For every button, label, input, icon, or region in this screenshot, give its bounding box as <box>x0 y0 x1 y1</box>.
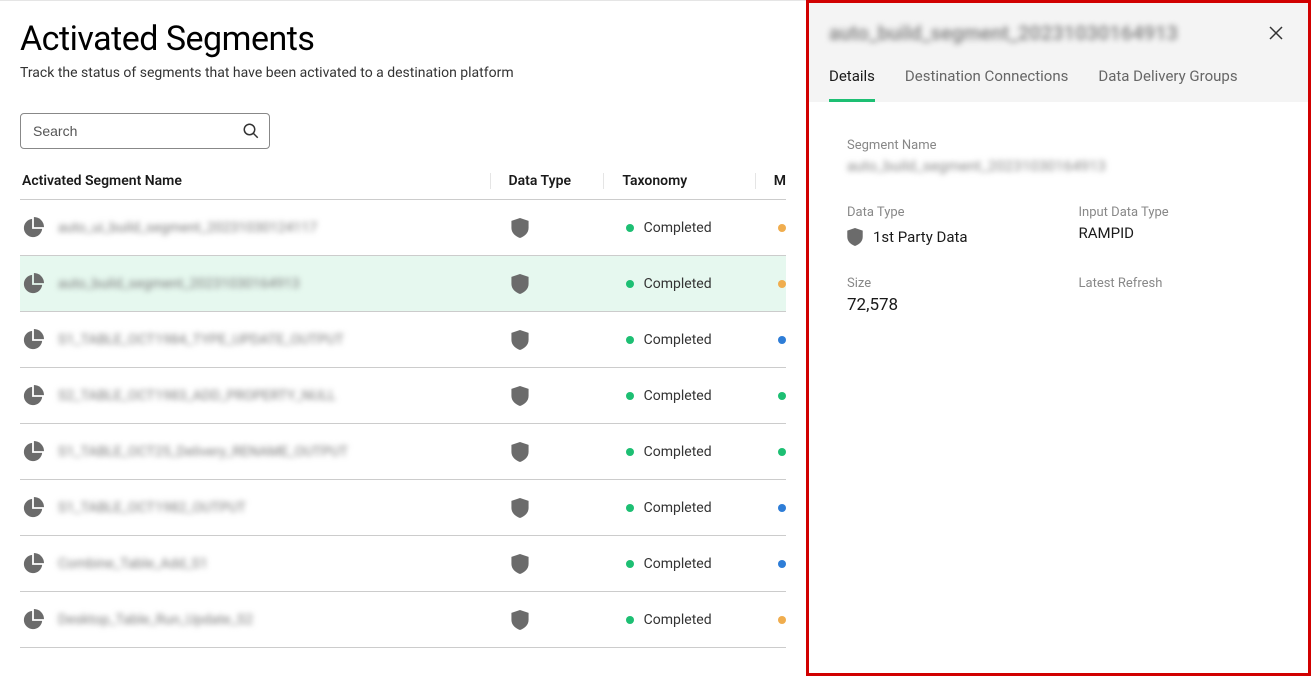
table-row[interactable]: S1_TABLE_OCT1982_OUTPUT Completed <box>20 480 786 536</box>
table-row[interactable]: auto_ui_build_segment_20231030124117 Comp… <box>20 200 786 256</box>
table-row[interactable]: auto_build_segment_20231030164913 Complet… <box>20 256 786 312</box>
segment-name: Combine_Table_Add_S1 <box>58 556 208 572</box>
status-dot <box>626 392 634 400</box>
shield-icon <box>511 274 529 294</box>
status-dot <box>778 448 786 456</box>
panel-title: auto_build_segment_20231030164913 <box>829 21 1178 45</box>
tab-data-delivery-groups[interactable]: Data Delivery Groups <box>1098 67 1237 102</box>
pie-chart-icon <box>22 385 44 407</box>
field-segment-name: Segment Name auto_build_segment_20231030… <box>847 138 1270 175</box>
pie-chart-icon <box>22 609 44 631</box>
table-row[interactable]: S1_TABLE_OCT1984_TYPE_UPDATE_OUTPUT Compl… <box>20 312 786 368</box>
data-type-label: Data Type <box>847 205 1039 220</box>
page-title: Activated Segments <box>20 19 786 59</box>
tab-destination-connections[interactable]: Destination Connections <box>905 67 1068 102</box>
taxonomy-status: Completed <box>644 612 712 628</box>
table-row[interactable]: Combine_Table_Add_S1 Completed <box>20 536 786 592</box>
taxonomy-status: Completed <box>644 444 712 460</box>
segment-name: auto_build_segment_20231030164913 <box>58 276 300 292</box>
segment-name-value: auto_build_segment_20231030164913 <box>847 157 1270 175</box>
close-button[interactable] <box>1264 21 1288 45</box>
search-input[interactable] <box>20 113 270 149</box>
segment-name: S1_TABLE_OCT25_Delivery_RENAME_OUTPUT <box>58 444 348 460</box>
panel-tabs: Details Destination Connections Data Del… <box>829 67 1288 102</box>
shield-icon <box>847 228 863 246</box>
main-content: Activated Segments Track the status of s… <box>0 0 806 676</box>
pie-chart-icon <box>22 217 44 239</box>
status-dot <box>778 280 786 288</box>
taxonomy-status: Completed <box>644 276 712 292</box>
shield-icon <box>511 498 529 518</box>
search-container <box>20 113 270 149</box>
status-dot <box>626 224 634 232</box>
segment-name: S1_TABLE_OCT1984_TYPE_UPDATE_OUTPUT <box>58 332 344 348</box>
segment-name: Desktop_Table_Run_Update_S2 <box>58 612 253 628</box>
status-dot <box>778 560 786 568</box>
table-row[interactable]: S1_TABLE_OCT25_Delivery_RENAME_OUTPUT Com… <box>20 424 786 480</box>
status-dot <box>778 504 786 512</box>
shield-icon <box>511 610 529 630</box>
shield-icon <box>511 218 529 238</box>
shield-icon <box>511 442 529 462</box>
taxonomy-status: Completed <box>644 556 712 572</box>
shield-icon <box>511 554 529 574</box>
status-dot <box>778 224 786 232</box>
pie-chart-icon <box>22 441 44 463</box>
taxonomy-status: Completed <box>644 220 712 236</box>
col-header-m[interactable]: M <box>755 173 786 189</box>
tab-details[interactable]: Details <box>829 67 875 102</box>
page-subtitle: Track the status of segments that have b… <box>20 65 786 81</box>
latest-refresh-label: Latest Refresh <box>1079 276 1271 291</box>
status-dot <box>626 280 634 288</box>
col-header-data-type[interactable]: Data Type <box>490 173 604 189</box>
field-size: Size 72,578 <box>847 276 1039 315</box>
pie-chart-icon <box>22 273 44 295</box>
search-icon <box>242 122 260 140</box>
shield-icon <box>511 330 529 350</box>
status-dot <box>626 448 634 456</box>
status-dot <box>626 336 634 344</box>
size-label: Size <box>847 276 1039 291</box>
col-header-taxonomy[interactable]: Taxonomy <box>603 173 754 189</box>
field-data-type: Data Type 1st Party Data <box>847 205 1039 246</box>
input-data-type-value: RAMPID <box>1079 224 1271 242</box>
shield-icon <box>511 386 529 406</box>
data-type-value: 1st Party Data <box>873 228 968 246</box>
size-value: 72,578 <box>847 295 1039 315</box>
status-dot <box>626 560 634 568</box>
input-data-type-label: Input Data Type <box>1079 205 1271 220</box>
pie-chart-icon <box>22 329 44 351</box>
table-header: Activated Segment Name Data Type Taxonom… <box>20 173 786 200</box>
details-side-panel: auto_build_segment_20231030164913 Detail… <box>806 0 1311 676</box>
field-input-data-type: Input Data Type RAMPID <box>1079 205 1271 246</box>
segment-name: S2_TABLE_OCT1983_ADD_PROPERTY_NULL <box>58 388 336 404</box>
status-dot <box>626 616 634 624</box>
taxonomy-status: Completed <box>644 500 712 516</box>
table-row[interactable]: S2_TABLE_OCT1983_ADD_PROPERTY_NULL Comple… <box>20 368 786 424</box>
pie-chart-icon <box>22 497 44 519</box>
table-body: auto_ui_build_segment_20231030124117 Comp… <box>20 200 786 648</box>
panel-header: auto_build_segment_20231030164913 Detail… <box>809 3 1308 102</box>
table-row[interactable]: Desktop_Table_Run_Update_S2 Completed <box>20 592 786 648</box>
status-dot <box>626 504 634 512</box>
field-latest-refresh: Latest Refresh <box>1079 276 1271 315</box>
taxonomy-status: Completed <box>644 388 712 404</box>
status-dot <box>778 616 786 624</box>
close-icon <box>1269 26 1283 40</box>
segment-name: auto_ui_build_segment_20231030124117 <box>58 220 317 236</box>
segments-table: Activated Segment Name Data Type Taxonom… <box>20 173 786 648</box>
segment-name-label: Segment Name <box>847 138 1270 153</box>
taxonomy-status: Completed <box>644 332 712 348</box>
col-header-name[interactable]: Activated Segment Name <box>20 173 490 189</box>
status-dot <box>778 392 786 400</box>
segment-name: S1_TABLE_OCT1982_OUTPUT <box>58 500 246 516</box>
panel-body: Segment Name auto_build_segment_20231030… <box>809 102 1308 673</box>
status-dot <box>778 336 786 344</box>
pie-chart-icon <box>22 553 44 575</box>
